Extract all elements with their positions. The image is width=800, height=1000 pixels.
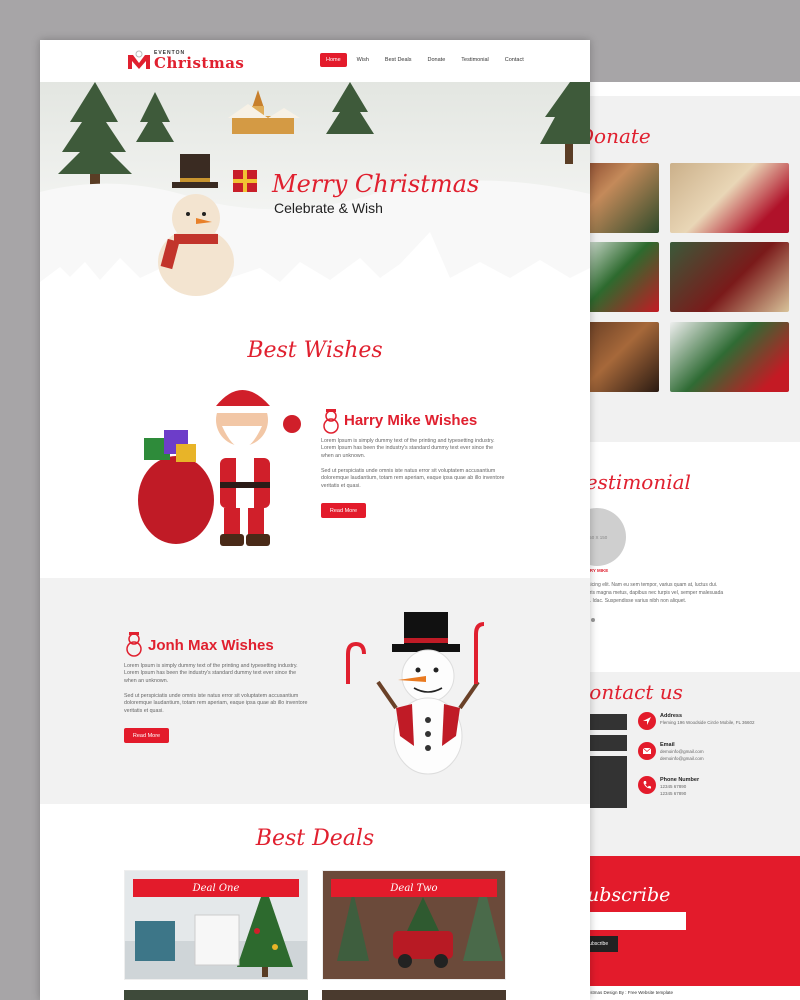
wish-2-read-more-button[interactable]: Read More (124, 728, 169, 743)
contact-email-field[interactable] (590, 735, 627, 751)
donate-image-6[interactable] (670, 322, 789, 392)
wish-2-title: Jonh Max Wishes (148, 637, 274, 654)
testimonial-text: ...pisicing elit. Nam eu sem tempor, var… (580, 582, 724, 604)
deal-1-label: Deal One (133, 879, 299, 897)
logo-icon (126, 49, 152, 73)
wish-1-paragraph-2: Sed ut perspiciatis unde omnis iste natu… (321, 468, 505, 489)
contact-phone-line-1: 12345 67890 (660, 784, 687, 789)
nav-best-deals[interactable]: Best Deals (379, 53, 418, 67)
main-nav: Home Wish Best Deals Donate Testimonial … (320, 53, 530, 67)
best-wishes-heading: Best Wishes (247, 338, 383, 363)
best-deals-heading: Best Deals (255, 826, 375, 851)
testimonial-heading: Testimonial (574, 470, 691, 494)
deal-card-1[interactable]: Deal One (124, 870, 308, 980)
deal-card-4-partial[interactable] (322, 990, 506, 1000)
site-header: EVENTON Christmas Home Wish Best Deals D… (40, 40, 590, 82)
snowman-icon (323, 409, 339, 434)
nav-contact[interactable]: Contact (499, 53, 530, 67)
wish-2-paragraph-1: Lorem Ipsum is simply dummy text of the … (124, 663, 298, 684)
snowman-illustration (346, 612, 485, 775)
wish-1-paragraph-1: Lorem Ipsum is simply dummy text of the … (321, 438, 495, 459)
contact-phone-line-2: 12345 67890 (660, 791, 687, 796)
contact-address-label: Address (660, 713, 683, 719)
nav-wish[interactable]: Wish (351, 53, 375, 67)
donate-image-4[interactable] (670, 242, 789, 312)
subscribe-section: Subscribe Subscribe (560, 856, 800, 986)
footer: Christmas Design By : Free Website templ… (560, 986, 800, 1000)
footer-credit: Christmas Design By : Free Website templ… (582, 990, 673, 995)
testimonial-section: Testimonial 150 X 150 HARRY MIKE ...pisi… (560, 442, 800, 672)
deal-card-3-partial[interactable] (124, 990, 308, 1000)
nav-testimonial[interactable]: Testimonial (455, 53, 495, 67)
contact-email-line-2: demoinfo@gmail.com (660, 756, 704, 761)
contact-name-field[interactable] (590, 714, 627, 730)
hero-subtitle: Celebrate & Wish (274, 200, 383, 216)
contact-heading: Contact us (574, 680, 683, 704)
donate-section: Donate (560, 96, 800, 442)
donate-image-2[interactable] (670, 163, 789, 233)
deal-card-2[interactable]: Deal Two (322, 870, 506, 980)
wish-1-read-more-button[interactable]: Read More (321, 503, 366, 518)
wish-2-band (40, 578, 590, 804)
nav-donate[interactable]: Donate (422, 53, 452, 67)
contact-phone-label: Phone Number (660, 777, 700, 783)
email-icon (638, 742, 656, 760)
santa-illustration (138, 390, 301, 546)
wish-2-paragraph-2: Sed ut perspiciatis unde omnis iste natu… (124, 693, 308, 714)
contact-section: Contact us Address Fleming 196 Woodside … (560, 672, 800, 856)
contact-email-line-1: demoinfo@gmail.com (660, 749, 704, 754)
hero-banner: Merry Christmas Celebrate & Wish (40, 82, 590, 320)
contact-message-field[interactable] (590, 756, 627, 808)
back-page-preview: Donate Testimonial 150 X 150 HARRY MIKE … (560, 82, 800, 1000)
subscribe-email-input[interactable] (576, 912, 686, 930)
snowman-icon-2 (126, 632, 142, 657)
logo-wordmark[interactable]: Christmas (154, 54, 244, 72)
phone-icon (638, 776, 656, 794)
location-icon (638, 712, 656, 730)
hero-title: Merry Christmas (272, 170, 480, 198)
deal-2-label: Deal Two (331, 879, 497, 897)
contact-email-label: Email (660, 742, 675, 748)
front-page-preview: EVENTON Christmas Home Wish Best Deals D… (40, 40, 590, 1000)
wish-1-title: Harry Mike Wishes (344, 412, 478, 429)
nav-home[interactable]: Home (320, 53, 347, 67)
contact-address-line: Fleming 196 Woodside Circle Mobile, FL 3… (660, 720, 755, 725)
